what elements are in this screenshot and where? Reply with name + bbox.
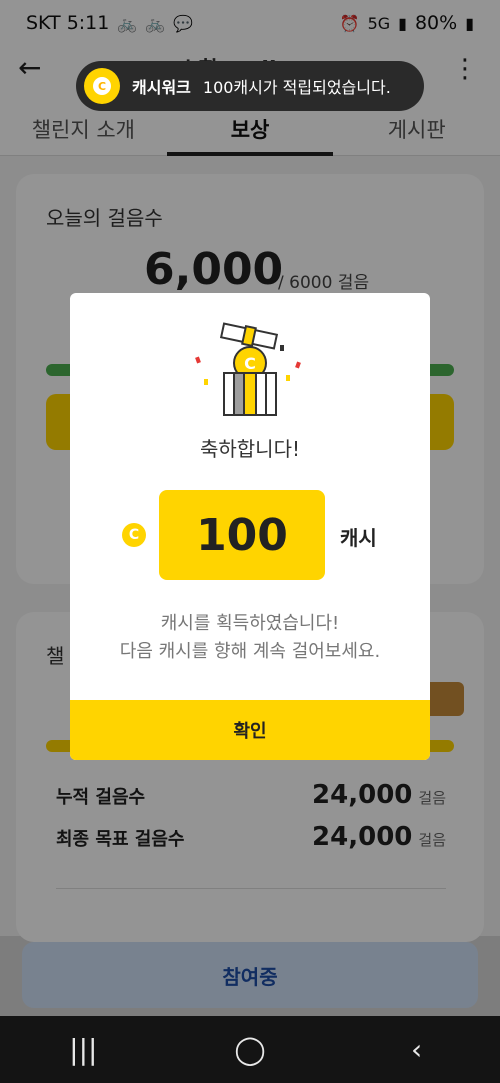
dialog-title: 축하합니다! xyxy=(199,437,301,461)
reward-unit: 캐시 xyxy=(340,526,377,550)
dialog-message-line2: 다음 캐시를 향해 계속 걸어보세요. xyxy=(119,641,381,662)
gift-box-icon: C xyxy=(188,317,312,417)
reward-amount: 100 xyxy=(159,490,325,580)
back-icon[interactable]: ‹ xyxy=(387,1033,447,1066)
recent-apps-icon[interactable]: ||| xyxy=(53,1033,113,1066)
system-nav-bar: ||| ◯ ‹ xyxy=(0,1016,500,1083)
reward-amount-row: C 100 캐시 xyxy=(70,490,430,580)
coin-icon: C xyxy=(122,523,146,547)
home-icon[interactable]: ◯ xyxy=(220,1033,280,1066)
toast-notification: C 캐시워크 100캐시가 적립되었습니다. xyxy=(76,61,424,111)
svg-text:C: C xyxy=(98,80,106,93)
dialog-message-line1: 캐시를 획득하였습니다! xyxy=(160,613,340,634)
toast-message: 100캐시가 적립되었습니다. xyxy=(202,78,391,97)
cashwalk-app-icon: C xyxy=(84,68,120,104)
confirm-button[interactable]: 확인 xyxy=(70,700,430,760)
reward-dialog: C 축하합니다! C 100 캐시 캐시를 획득하였습니다! 다음 캐시를 향해… xyxy=(70,293,430,760)
toast-app-name: 캐시워크 xyxy=(132,78,191,97)
svg-text:C: C xyxy=(244,354,256,373)
